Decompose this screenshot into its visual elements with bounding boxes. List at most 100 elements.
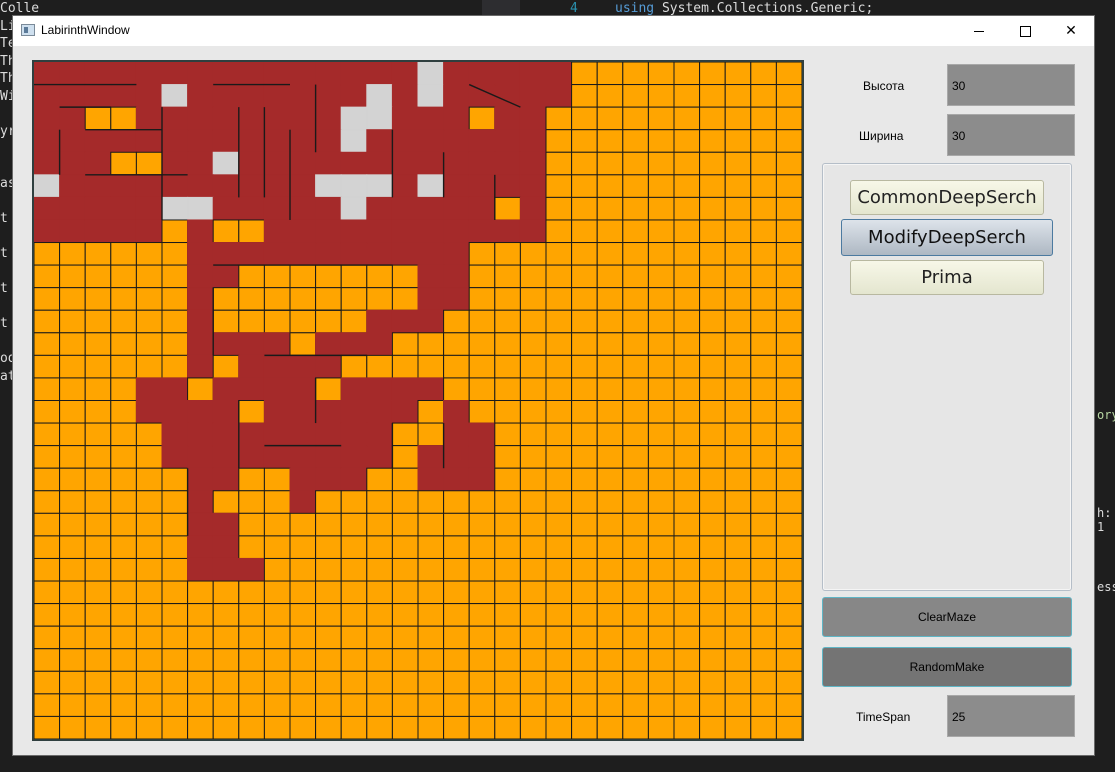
maze-cell[interactable] <box>34 693 61 717</box>
maze-cell[interactable] <box>647 422 675 447</box>
maze-cell[interactable] <box>289 467 317 492</box>
maze-cell[interactable] <box>724 354 752 379</box>
maze-cell[interactable] <box>59 309 86 334</box>
maze-cell[interactable] <box>571 557 598 582</box>
maze-cell[interactable] <box>443 557 470 582</box>
maze-cell[interactable] <box>571 625 598 650</box>
maze-cell[interactable] <box>699 129 726 153</box>
maze-cell[interactable] <box>340 174 368 198</box>
maze-cell[interactable] <box>315 264 342 289</box>
maze-cell[interactable] <box>340 445 368 469</box>
maze-cell[interactable] <box>289 648 317 672</box>
maze-cell[interactable] <box>775 242 802 266</box>
maze-cell[interactable] <box>187 422 214 447</box>
maze-cell[interactable] <box>417 354 445 379</box>
maze-cell[interactable] <box>443 264 470 289</box>
maze-cell[interactable] <box>647 219 675 244</box>
maze-cell[interactable] <box>571 151 598 176</box>
maze-cell[interactable] <box>673 129 701 153</box>
maze-cell[interactable] <box>59 580 86 605</box>
maze-cell[interactable] <box>340 490 368 514</box>
maze-cell[interactable] <box>596 400 624 424</box>
maze-cell[interactable] <box>699 332 726 356</box>
maze-cell[interactable] <box>494 62 521 86</box>
maze-cell[interactable] <box>571 535 598 559</box>
maze-cell[interactable] <box>468 106 496 131</box>
maze-cell[interactable] <box>212 151 240 176</box>
maze-cell[interactable] <box>289 332 317 356</box>
maze-cell[interactable] <box>212 84 240 108</box>
maze-cell[interactable] <box>468 151 496 176</box>
maze-cell[interactable] <box>34 151 61 176</box>
maze-cell[interactable] <box>494 490 521 514</box>
maze-cell[interactable] <box>750 535 777 559</box>
maze-cell[interactable] <box>212 196 240 221</box>
maze-cell[interactable] <box>545 467 573 492</box>
maze-cell[interactable] <box>699 151 726 176</box>
maze-cell[interactable] <box>161 422 189 447</box>
maze-cell[interactable] <box>647 693 675 717</box>
maze-cell[interactable] <box>366 332 393 356</box>
maze-cell[interactable] <box>596 151 624 176</box>
maze-cell[interactable] <box>340 242 368 266</box>
maze-cell[interactable] <box>443 422 470 447</box>
maze-cell[interactable] <box>750 400 777 424</box>
maze-cell[interactable] <box>212 422 240 447</box>
maze-cell[interactable] <box>391 242 419 266</box>
maze-cell[interactable] <box>724 467 752 492</box>
maze-cell[interactable] <box>622 129 649 153</box>
maze-cell[interactable] <box>545 400 573 424</box>
maze-cell[interactable] <box>750 242 777 266</box>
maze-cell[interactable] <box>59 264 86 289</box>
maze-cell[interactable] <box>187 264 214 289</box>
maze-cell[interactable] <box>596 196 624 221</box>
maze-cell[interactable] <box>494 535 521 559</box>
maze-cell[interactable] <box>212 715 240 739</box>
maze-cell[interactable] <box>289 309 317 334</box>
maze-cell[interactable] <box>391 400 419 424</box>
maze-cell[interactable] <box>187 512 214 537</box>
maze-cell[interactable] <box>724 219 752 244</box>
maze-cell[interactable] <box>59 467 86 492</box>
maze-cell[interactable] <box>519 264 547 289</box>
maze-cell[interactable] <box>212 512 240 537</box>
maze-cell[interactable] <box>724 151 752 176</box>
maze-cell[interactable] <box>699 445 726 469</box>
maze-cell[interactable] <box>622 648 649 672</box>
maze-cell[interactable] <box>622 377 649 401</box>
maze-cell[interactable] <box>417 287 445 311</box>
maze-cell[interactable] <box>59 625 86 650</box>
maze-cell[interactable] <box>212 354 240 379</box>
maze-cell[interactable] <box>571 242 598 266</box>
maze-cell[interactable] <box>545 219 573 244</box>
maze-cell[interactable] <box>391 106 419 131</box>
maze-cell[interactable] <box>571 377 598 401</box>
maze-cell[interactable] <box>212 62 240 86</box>
maze-cell[interactable] <box>340 354 368 379</box>
maze-cell[interactable] <box>494 196 521 221</box>
maze-cell[interactable] <box>366 715 393 739</box>
maze-cell[interactable] <box>647 625 675 650</box>
maze-cell[interactable] <box>34 422 61 447</box>
maze-cell[interactable] <box>238 490 265 514</box>
maze-cell[interactable] <box>315 490 342 514</box>
maze-cell[interactable] <box>750 264 777 289</box>
maze-cell[interactable] <box>775 603 802 627</box>
maze-cell[interactable] <box>135 354 163 379</box>
maze-cell[interactable] <box>673 580 701 605</box>
maze-cell[interactable] <box>340 84 368 108</box>
maze-cell[interactable] <box>775 219 802 244</box>
maze-cell[interactable] <box>391 196 419 221</box>
maze-cell[interactable] <box>519 106 547 131</box>
maze-cell[interactable] <box>596 129 624 153</box>
maze-cell[interactable] <box>622 580 649 605</box>
maze-cell[interactable] <box>622 670 649 695</box>
maze-cell[interactable] <box>110 174 137 198</box>
maze-cell[interactable] <box>647 467 675 492</box>
maze-cell[interactable] <box>545 648 573 672</box>
maze-cell[interactable] <box>391 287 419 311</box>
maze-cell[interactable] <box>59 512 86 537</box>
maze-cell[interactable] <box>750 580 777 605</box>
maze-cell[interactable] <box>519 309 547 334</box>
maze-cell[interactable] <box>596 693 624 717</box>
